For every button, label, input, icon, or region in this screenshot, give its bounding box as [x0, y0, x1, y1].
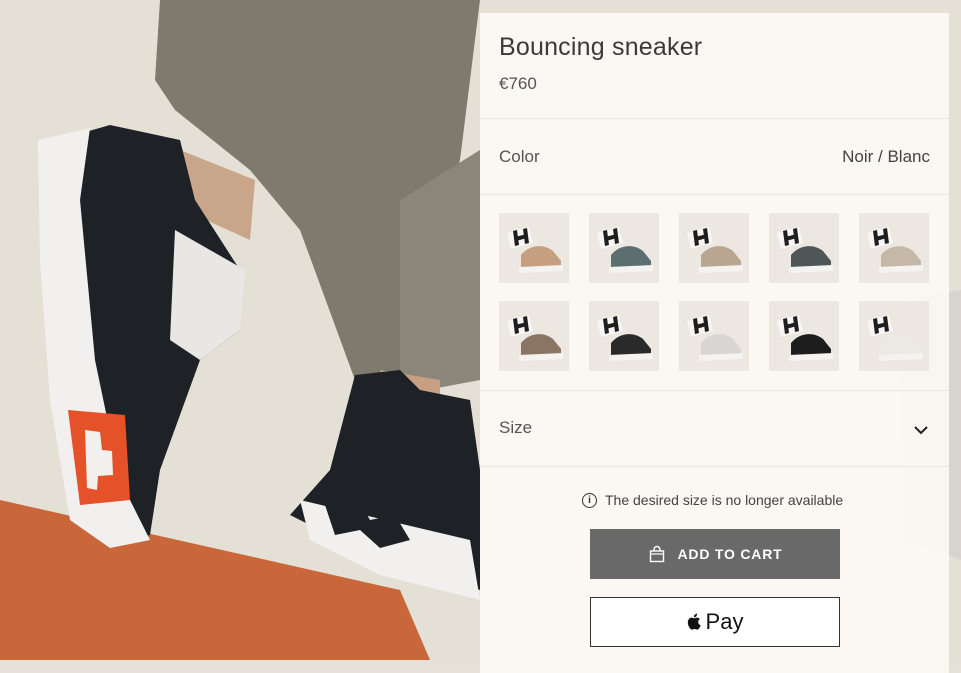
- color-swatch-off-white[interactable]: [859, 301, 929, 371]
- divider: [480, 390, 949, 391]
- chevron-down-icon: [914, 426, 928, 435]
- shopping-bag-icon: [649, 545, 664, 563]
- color-swatch-white-grey[interactable]: [679, 301, 749, 371]
- apple-pay-label: Pay: [705, 609, 744, 634]
- add-to-cart-button[interactable]: ADD TO CART: [590, 529, 840, 579]
- product-title: Bouncing sneaker: [499, 33, 703, 61]
- divider: [480, 118, 949, 119]
- color-label: Color: [499, 147, 540, 166]
- color-swatch-steel-blue[interactable]: [589, 213, 659, 283]
- color-swatch-all-black[interactable]: [769, 301, 839, 371]
- color-swatch-taupe[interactable]: [679, 213, 749, 283]
- color-swatch-black[interactable]: [589, 301, 659, 371]
- color-swatch-sand[interactable]: [859, 213, 929, 283]
- divider: [480, 466, 949, 467]
- color-swatch-grid: [499, 213, 929, 371]
- size-selector[interactable]: Size: [499, 418, 930, 442]
- size-unavailable-notice: i The desired size is no longer availabl…: [582, 491, 843, 509]
- notice-text: The desired size is no longer available: [605, 492, 844, 508]
- divider: [480, 194, 949, 195]
- size-label: Size: [499, 418, 533, 437]
- color-selected-value: Noir / Blanc: [842, 147, 930, 166]
- info-icon: i: [582, 492, 597, 508]
- apple-icon: [687, 613, 701, 630]
- product-panel: Bouncing sneaker €760 Color Noir / Blanc…: [480, 13, 949, 673]
- color-row: Color Noir / Blanc: [499, 147, 930, 171]
- color-swatch-slate[interactable]: [769, 213, 839, 283]
- apple-pay-button[interactable]: Pay: [590, 597, 840, 647]
- color-swatch-camel[interactable]: [499, 213, 569, 283]
- product-price: €760: [499, 74, 537, 93]
- color-swatch-brown[interactable]: [499, 301, 569, 371]
- add-to-cart-label: ADD TO CART: [677, 546, 783, 562]
